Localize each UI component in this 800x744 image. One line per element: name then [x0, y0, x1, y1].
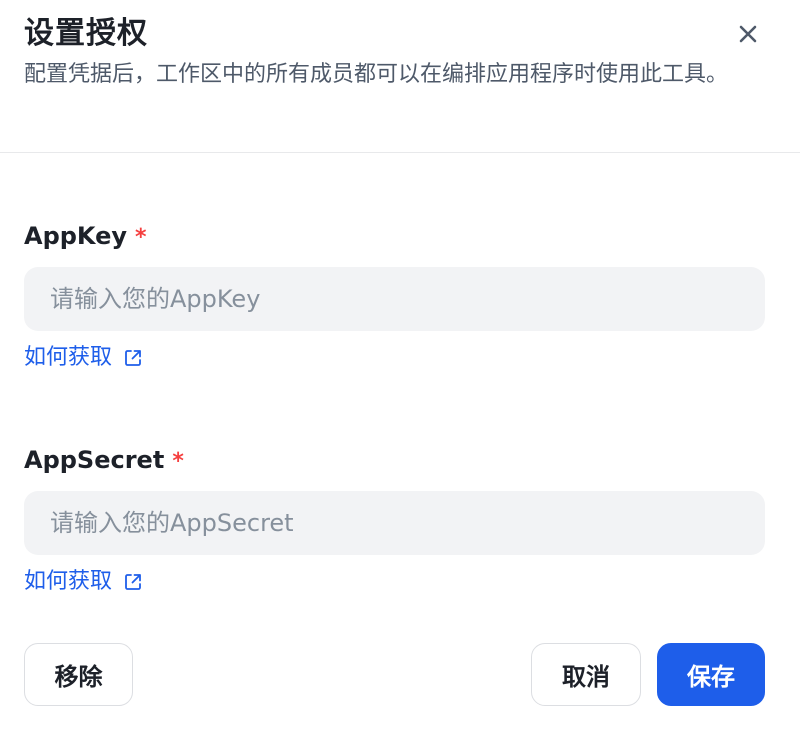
save-button[interactable]: 保存 — [657, 643, 765, 706]
close-button[interactable] — [734, 20, 762, 48]
appkey-help-link[interactable]: 如何获取 — [24, 343, 144, 373]
appsecret-label-text: AppSecret — [24, 446, 165, 474]
remove-button[interactable]: 移除 — [24, 643, 133, 706]
appsecret-input[interactable] — [24, 491, 765, 555]
dialog-title: 设置授权 — [24, 16, 148, 51]
required-marker: * — [135, 225, 147, 250]
dialog-header: 设置授权 配置凭据后，工作区中的所有成员都可以在编排应用程序时使用此工具。 — [0, 0, 800, 153]
appkey-label: AppKey * — [24, 220, 147, 254]
appsecret-help-link[interactable]: 如何获取 — [24, 567, 144, 597]
external-link-icon — [122, 347, 144, 369]
required-marker: * — [172, 449, 184, 474]
close-icon — [734, 20, 762, 48]
dialog-subtitle: 配置凭据后，工作区中的所有成员都可以在编排应用程序时使用此工具。 — [24, 62, 729, 87]
appkey-input[interactable] — [24, 267, 765, 331]
appsecret-help-link-text: 如何获取 — [24, 569, 113, 594]
authorization-dialog: 设置授权 配置凭据后，工作区中的所有成员都可以在编排应用程序时使用此工具。 Ap… — [0, 0, 800, 744]
appsecret-label: AppSecret * — [24, 444, 184, 478]
cancel-button[interactable]: 取消 — [531, 643, 641, 706]
appkey-help-link-text: 如何获取 — [24, 345, 113, 370]
external-link-icon — [122, 571, 144, 593]
appkey-label-text: AppKey — [24, 222, 128, 250]
